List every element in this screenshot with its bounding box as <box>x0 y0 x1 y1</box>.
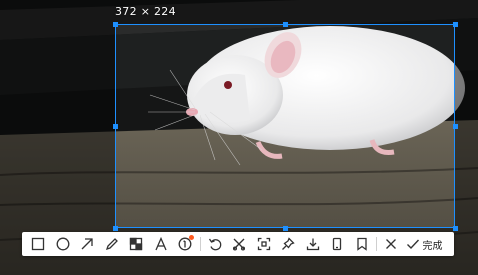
text-icon <box>155 237 167 251</box>
pencil-tool[interactable] <box>100 233 125 255</box>
check-icon <box>406 239 419 250</box>
toolbar-divider <box>376 237 377 251</box>
undo-icon <box>208 238 222 251</box>
bookmark-icon <box>357 237 367 251</box>
crop-icon <box>233 238 246 251</box>
overlay-top <box>0 0 478 24</box>
close-button[interactable] <box>379 233 404 255</box>
resize-handle-right[interactable] <box>453 124 458 129</box>
bookmark-button[interactable] <box>350 233 375 255</box>
selection-size-label: 372 × 224 <box>115 5 176 18</box>
phone-button[interactable] <box>325 233 350 255</box>
download-button[interactable] <box>301 233 326 255</box>
expand-icon <box>257 237 270 251</box>
text-tool[interactable] <box>149 233 174 255</box>
ellipse-icon <box>56 237 70 251</box>
resize-handle-bottom[interactable] <box>283 226 288 231</box>
resize-handle-bottom-right[interactable] <box>453 226 458 231</box>
download-icon <box>306 238 319 251</box>
toolbar-divider <box>199 237 201 251</box>
rectangle-icon <box>32 237 45 251</box>
pencil-icon <box>105 238 118 251</box>
close-icon <box>386 239 397 249</box>
overlay-right <box>455 24 478 228</box>
pin-icon <box>282 237 295 250</box>
resize-handle-left[interactable] <box>113 124 118 129</box>
undo-button[interactable] <box>203 233 228 255</box>
notification-dot <box>188 235 194 240</box>
resize-handle-top-left[interactable] <box>113 22 118 27</box>
done-button[interactable]: 完成 <box>406 237 443 252</box>
arrow-icon <box>81 238 93 250</box>
phone-icon <box>333 237 342 251</box>
mosaic-tool[interactable] <box>124 233 149 255</box>
arrow-tool[interactable] <box>75 233 100 255</box>
ellipse-tool[interactable] <box>51 233 76 255</box>
sequence-number-tool[interactable] <box>173 233 198 255</box>
overlay-left <box>0 24 115 228</box>
resize-handle-bottom-left[interactable] <box>113 226 118 231</box>
crop-button[interactable] <box>227 233 252 255</box>
capture-selection[interactable] <box>115 24 455 228</box>
done-label: 完成 <box>422 240 443 252</box>
annotation-toolbar: 完成 <box>22 232 454 256</box>
resize-handle-top-right[interactable] <box>453 22 458 27</box>
pin-button[interactable] <box>276 233 301 255</box>
mosaic-icon <box>130 237 143 251</box>
fullscreen-button[interactable] <box>252 233 277 255</box>
rectangle-tool[interactable] <box>26 233 51 255</box>
resize-handle-top[interactable] <box>283 22 288 27</box>
